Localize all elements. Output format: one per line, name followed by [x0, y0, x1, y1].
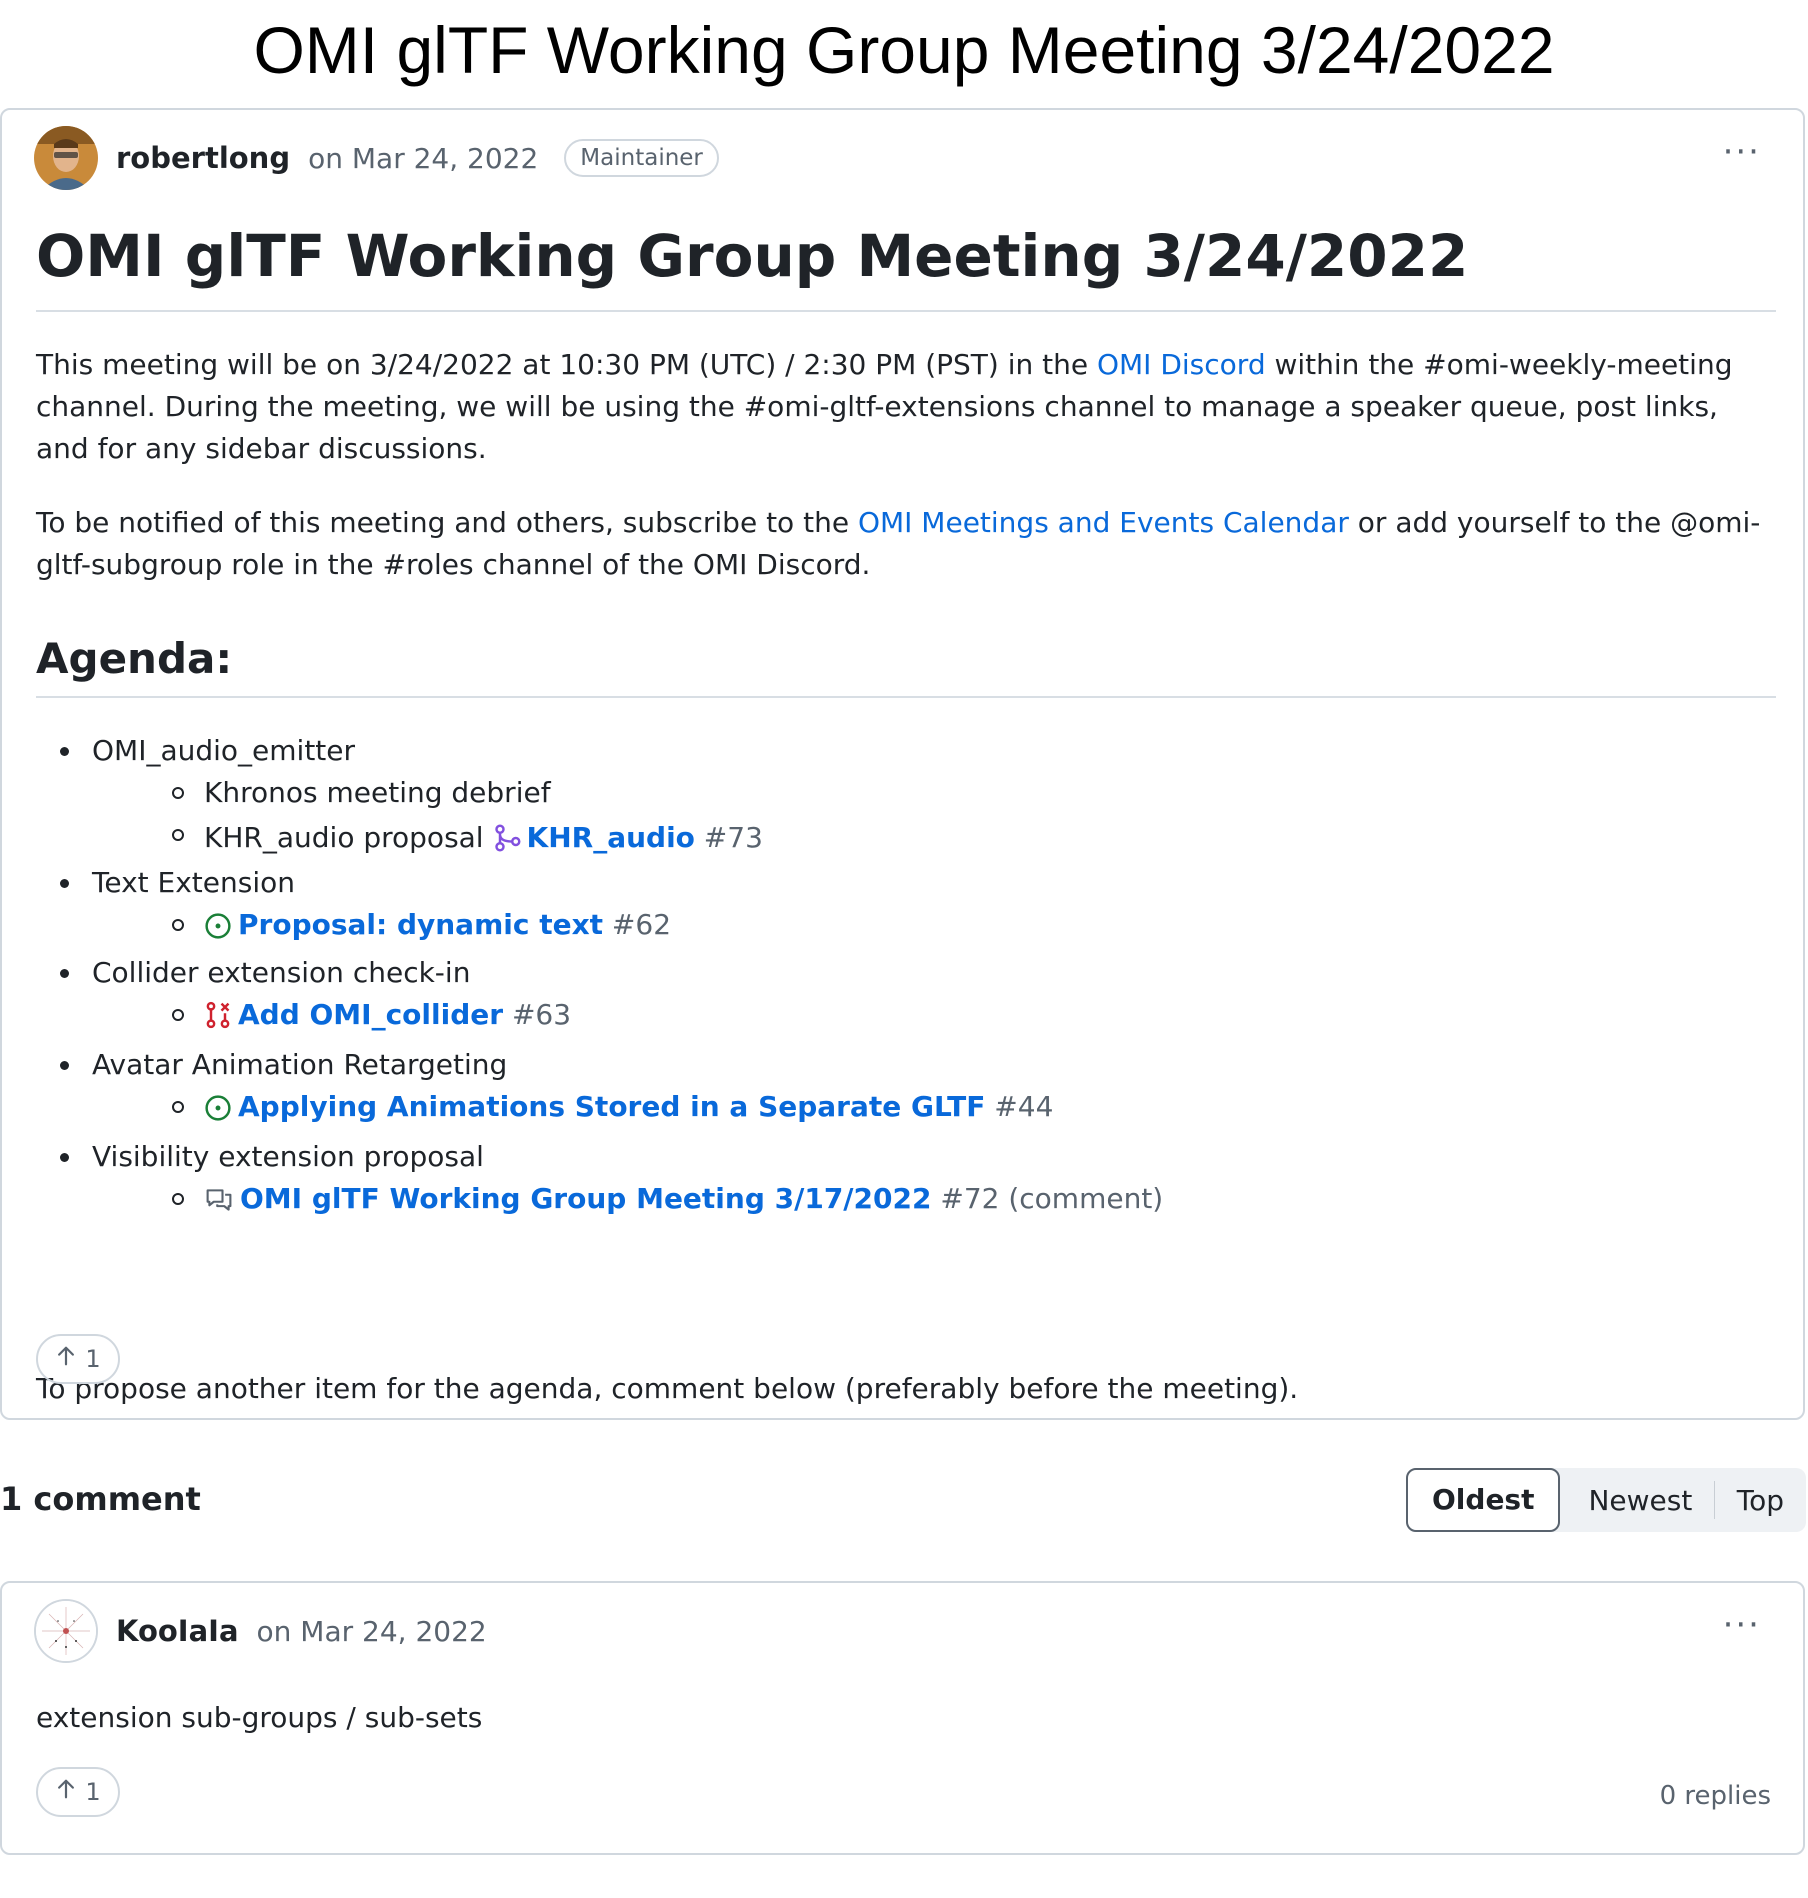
- maintainer-badge: Maintainer: [564, 139, 719, 177]
- agenda-item-label: Avatar Animation Retargeting: [92, 1048, 508, 1081]
- sort-top-button[interactable]: Top: [1715, 1484, 1806, 1517]
- pr-merged-icon: [493, 820, 521, 868]
- paragraph-text: To be notified of this meeting and other…: [36, 506, 858, 539]
- title-divider: [36, 310, 1776, 312]
- comment-author-name[interactable]: KooIaIa: [116, 1614, 239, 1648]
- comment-date[interactable]: on Mar 24, 2022: [257, 1615, 487, 1648]
- upvote-button[interactable]: 1: [36, 1334, 120, 1384]
- sort-oldest-button[interactable]: Oldest: [1406, 1468, 1561, 1532]
- page-title: OMI glTF Working Group Meeting 3/24/2022: [253, 13, 1555, 87]
- agenda-heading: Agenda:: [36, 634, 233, 683]
- post-title: OMI glTF Working Group Meeting 3/24/2022: [36, 222, 1469, 290]
- comment-sort-control: Oldest Newest Top: [1406, 1468, 1806, 1532]
- comment-upvote-button[interactable]: 1: [36, 1767, 120, 1817]
- agenda-item-label: Visibility extension proposal: [92, 1140, 484, 1173]
- khr-audio-link[interactable]: KHR_audio: [527, 821, 695, 854]
- discussion-icon: [204, 1184, 234, 1226]
- comments-count: 1 comment: [0, 1480, 201, 1518]
- post-author-name[interactable]: robertlong: [116, 141, 290, 175]
- agenda-item: Collider extension check-in Add OMI_coll…: [36, 952, 1736, 1042]
- previous-meeting-link[interactable]: OMI glTF Working Group Meeting 3/17/2022: [240, 1182, 931, 1215]
- issue-open-icon: [204, 1092, 232, 1134]
- add-omi-collider-link[interactable]: Add OMI_collider: [238, 998, 503, 1031]
- agenda-subitem: Khronos meeting debrief: [92, 772, 1736, 814]
- agenda-item: Visibility extension proposal OMI glTF W…: [36, 1136, 1736, 1226]
- issue-number: #73: [694, 821, 763, 854]
- agenda-subitem-label: Khronos meeting debrief: [204, 776, 551, 809]
- applying-animations-link[interactable]: Applying Animations Stored in a Separate…: [238, 1090, 985, 1123]
- pr-closed-icon: [204, 1000, 232, 1042]
- comment-author-row: KooIaIa on Mar 24, 2022: [34, 1599, 487, 1663]
- meeting-info-paragraph: This meeting will be on 3/24/2022 at 10:…: [36, 344, 1776, 470]
- agenda-subitem: Applying Animations Stored in a Separate…: [92, 1086, 1736, 1134]
- agenda-item: OMI_audio_emitter Khronos meeting debrie…: [36, 730, 1736, 868]
- agenda-subitem: KHR_audio proposal KHR_audio #73: [92, 814, 1736, 868]
- agenda-subitem: OMI glTF Working Group Meeting 3/17/2022…: [92, 1178, 1736, 1226]
- author-avatar[interactable]: [34, 126, 98, 190]
- arrow-up-icon: [55, 1344, 77, 1374]
- agenda-subitem: Add OMI_collider #63: [92, 994, 1736, 1042]
- agenda-list: OMI_audio_emitter Khronos meeting debrie…: [36, 730, 1736, 1226]
- agenda-divider: [36, 696, 1776, 698]
- issue-number: #44: [985, 1090, 1054, 1123]
- comment-upvote-count: 1: [85, 1778, 101, 1806]
- arrow-up-icon: [55, 1777, 77, 1807]
- comment-more-options-icon[interactable]: ···: [1723, 1605, 1761, 1645]
- replies-count[interactable]: 0 replies: [1660, 1781, 1771, 1811]
- comment-author-avatar[interactable]: [34, 1599, 98, 1663]
- comment-body: extension sub-groups / sub-sets: [36, 1701, 483, 1734]
- agenda-item-label: Text Extension: [92, 866, 295, 899]
- agenda-item-label: Collider extension check-in: [92, 956, 471, 989]
- sort-newest-button[interactable]: Newest: [1566, 1484, 1714, 1517]
- agenda-item: Text Extension Proposal: dynamic text #6…: [36, 862, 1736, 952]
- agenda-item-label: OMI_audio_emitter: [92, 734, 356, 767]
- agenda-subitem-label: KHR_audio proposal: [204, 821, 493, 854]
- omi-discord-link[interactable]: OMI Discord: [1097, 348, 1266, 381]
- issue-number: #62: [603, 908, 672, 941]
- comment-card: KooIaIa on Mar 24, 2022 ··· extension su…: [0, 1581, 1805, 1855]
- agenda-item: Avatar Animation Retargeting Applying An…: [36, 1044, 1736, 1134]
- calendar-link[interactable]: OMI Meetings and Events Calendar: [858, 506, 1349, 539]
- post-date[interactable]: on Mar 24, 2022: [308, 142, 538, 175]
- upvote-count: 1: [85, 1345, 101, 1373]
- discussion-post: robertlong on Mar 24, 2022 Maintainer ··…: [0, 108, 1805, 1420]
- post-author-row: robertlong on Mar 24, 2022 Maintainer: [34, 126, 719, 190]
- comment-reference[interactable]: #72 (comment): [931, 1182, 1163, 1215]
- more-options-icon[interactable]: ···: [1723, 132, 1761, 172]
- paragraph-text: This meeting will be on 3/24/2022 at 10:…: [36, 348, 1097, 381]
- dynamic-text-proposal-link[interactable]: Proposal: dynamic text: [238, 908, 603, 941]
- issue-number: #63: [503, 998, 572, 1031]
- issue-open-icon: [204, 910, 232, 952]
- agenda-subitem: Proposal: dynamic text #62: [92, 904, 1736, 952]
- agenda-footer-text: To propose another item for the agenda, …: [36, 1372, 1299, 1405]
- notification-paragraph: To be notified of this meeting and other…: [36, 502, 1776, 586]
